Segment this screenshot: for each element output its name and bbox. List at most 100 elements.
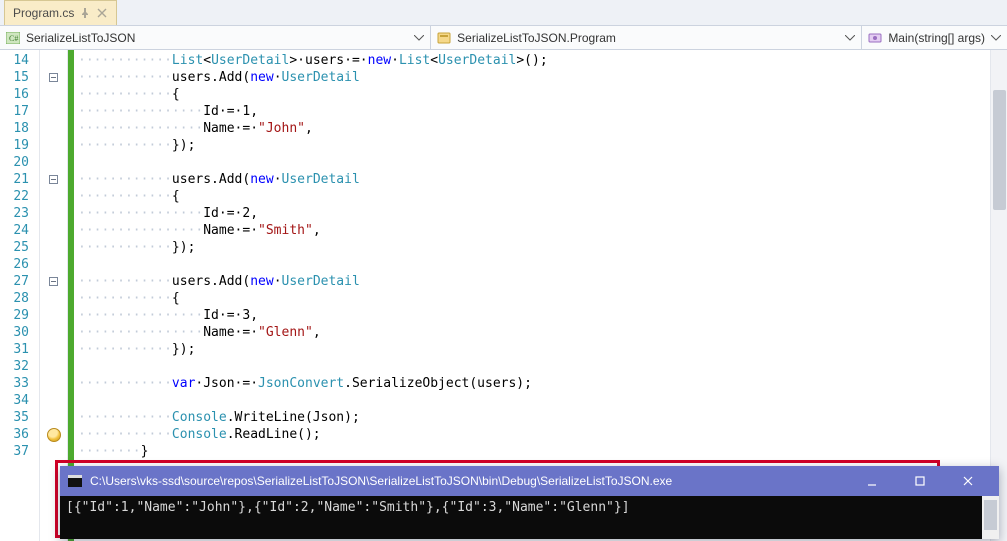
line-number: 15	[0, 69, 39, 86]
close-window-button[interactable]	[945, 466, 991, 496]
method-name: Main(string[] args)	[888, 31, 985, 45]
gutter-cell	[40, 290, 67, 307]
gutter-cell	[40, 137, 67, 154]
maximize-button[interactable]	[897, 466, 943, 496]
line-number: 26	[0, 256, 39, 273]
line-number: 29	[0, 307, 39, 324]
method-icon	[868, 32, 882, 44]
code-line[interactable]: ············users.Add(new·UserDetail	[74, 273, 990, 290]
code-line[interactable]	[74, 154, 990, 171]
line-number: 37	[0, 443, 39, 460]
line-number: 20	[0, 154, 39, 171]
gutter-cell	[40, 375, 67, 392]
gutter-cell	[40, 358, 67, 375]
console-window: C:\Users\vks-ssd\source\repos\SerializeL…	[60, 466, 999, 539]
fold-toggle-icon[interactable]	[49, 175, 58, 184]
line-number: 27	[0, 273, 39, 290]
code-line[interactable]	[74, 392, 990, 409]
terminal-icon	[68, 475, 82, 487]
fold-toggle-icon[interactable]	[49, 73, 58, 82]
console-output: [{"Id":1,"Name":"John"},{"Id":2,"Name":"…	[66, 500, 630, 515]
tab-label: Program.cs	[13, 6, 74, 20]
gutter-cell	[40, 52, 67, 69]
console-title: C:\Users\vks-ssd\source\repos\SerializeL…	[90, 474, 841, 488]
code-line[interactable]: ················Name·=·"John",	[74, 120, 990, 137]
line-number: 23	[0, 205, 39, 222]
csharp-project-icon: C#	[6, 32, 20, 44]
project-selector[interactable]: C# SerializeListToJSON	[0, 26, 431, 49]
class-selector[interactable]: SerializeListToJSON.Program	[431, 26, 862, 49]
class-icon	[437, 32, 451, 44]
code-line[interactable]: ················Id·=·2,	[74, 205, 990, 222]
tab-program-cs[interactable]: Program.cs	[4, 0, 117, 25]
code-line[interactable]	[74, 256, 990, 273]
gutter-cell	[40, 307, 67, 324]
close-icon[interactable]	[96, 7, 108, 19]
line-number: 32	[0, 358, 39, 375]
line-number: 34	[0, 392, 39, 409]
line-number: 36	[0, 426, 39, 443]
code-line[interactable]: ············{	[74, 86, 990, 103]
code-line[interactable]: ············Console.ReadLine();	[74, 426, 990, 443]
code-line[interactable]: ············});	[74, 341, 990, 358]
gutter-cell	[40, 154, 67, 171]
minimize-button[interactable]	[849, 466, 895, 496]
code-line[interactable]: ············users.Add(new·UserDetail	[74, 171, 990, 188]
code-line[interactable]: ············var·Json·=·JsonConvert.Seria…	[74, 375, 990, 392]
console-body[interactable]: [{"Id":1,"Name":"John"},{"Id":2,"Name":"…	[60, 496, 999, 539]
gutter-cell	[40, 239, 67, 256]
line-number: 14	[0, 52, 39, 69]
lightbulb-icon[interactable]	[47, 428, 61, 442]
context-bar: C# SerializeListToJSON SerializeListToJS…	[0, 26, 1007, 50]
line-number: 19	[0, 137, 39, 154]
code-line[interactable]: ················Name·=·"Glenn",	[74, 324, 990, 341]
gutter-cell	[40, 86, 67, 103]
gutter-cell	[40, 273, 67, 290]
console-titlebar[interactable]: C:\Users\vks-ssd\source\repos\SerializeL…	[60, 466, 999, 496]
method-selector[interactable]: Main(string[] args)	[862, 26, 1007, 49]
project-name: SerializeListToJSON	[26, 31, 408, 45]
tab-bar: Program.cs	[0, 0, 1007, 26]
code-line[interactable]: ················Id·=·3,	[74, 307, 990, 324]
code-line[interactable]: ············{	[74, 290, 990, 307]
gutter-cell	[40, 120, 67, 137]
fold-toggle-icon[interactable]	[49, 277, 58, 286]
line-number: 21	[0, 171, 39, 188]
line-number: 18	[0, 120, 39, 137]
line-number: 33	[0, 375, 39, 392]
gutter-cell	[40, 341, 67, 358]
line-number: 16	[0, 86, 39, 103]
line-number: 28	[0, 290, 39, 307]
gutter-cell	[40, 222, 67, 239]
code-line[interactable]: ············});	[74, 137, 990, 154]
gutter-cell	[40, 324, 67, 341]
svg-text:C#: C#	[9, 34, 18, 43]
line-number: 22	[0, 188, 39, 205]
code-line[interactable]	[74, 358, 990, 375]
gutter-cell	[40, 409, 67, 426]
line-number: 25	[0, 239, 39, 256]
line-number: 31	[0, 341, 39, 358]
code-line[interactable]: ········}	[74, 443, 990, 460]
chevron-down-icon	[991, 35, 1001, 41]
code-line[interactable]: ············List<UserDetail>·users·=·new…	[74, 52, 990, 69]
console-scroll-thumb[interactable]	[984, 500, 997, 530]
line-number: 35	[0, 409, 39, 426]
chevron-down-icon	[414, 35, 424, 41]
gutter-cell	[40, 443, 67, 460]
line-number: 30	[0, 324, 39, 341]
gutter-cell	[40, 256, 67, 273]
gutter-cell	[40, 426, 67, 443]
pin-icon[interactable]	[80, 8, 90, 18]
class-name: SerializeListToJSON.Program	[457, 31, 839, 45]
code-line[interactable]: ············Console.WriteLine(Json);	[74, 409, 990, 426]
scroll-thumb[interactable]	[993, 90, 1006, 210]
gutter-cell	[40, 103, 67, 120]
gutter-cell	[40, 188, 67, 205]
code-line[interactable]: ············});	[74, 239, 990, 256]
code-line[interactable]: ················Id·=·1,	[74, 103, 990, 120]
code-line[interactable]: ················Name·=·"Smith",	[74, 222, 990, 239]
console-scrollbar[interactable]	[982, 496, 999, 539]
code-line[interactable]: ············users.Add(new·UserDetail	[74, 69, 990, 86]
code-line[interactable]: ············{	[74, 188, 990, 205]
